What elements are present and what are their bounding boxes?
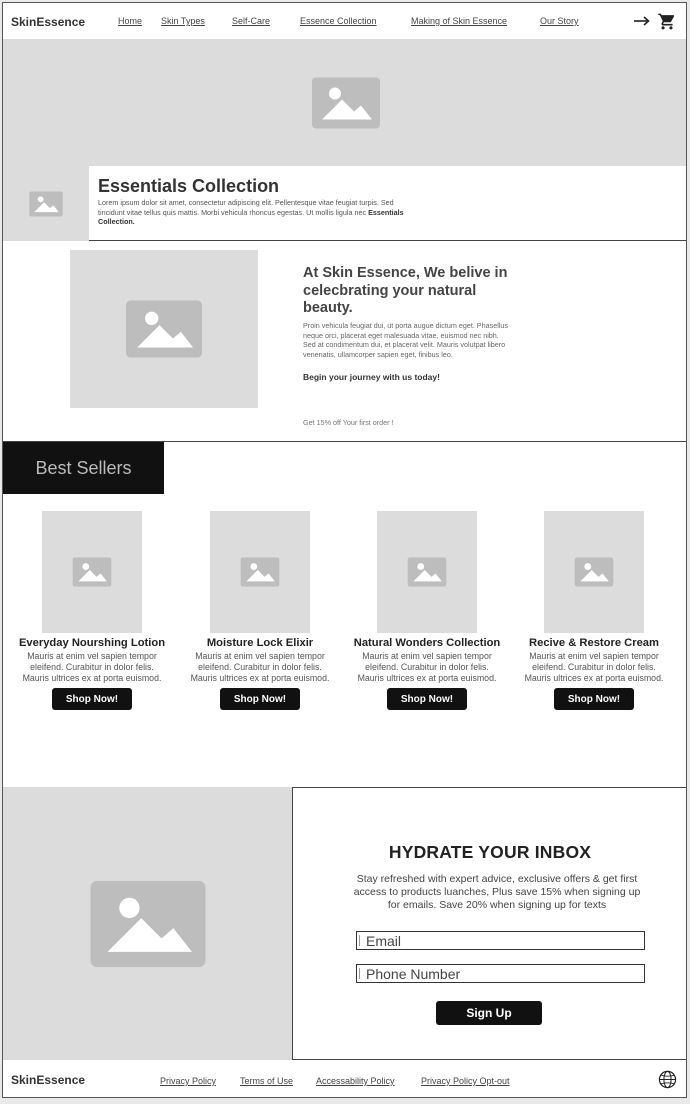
footer-link-privacy-policy[interactable]: Privacy Policy [160,1076,216,1086]
nav-making-of[interactable]: Making of Skin Essence [411,16,507,26]
about-description: Proin vehicula feugiat dui, ut porta aug… [303,321,508,359]
about-image [70,250,258,408]
product-name[interactable]: Everyday Nourshing Lotion [6,637,178,649]
nav-self-care[interactable]: Self-Care [232,16,270,26]
image-placeholder-icon [126,300,202,358]
shop-now-button[interactable]: Shop Now! [387,688,467,710]
image-placeholder-icon [72,557,112,587]
footer-link-accessibility-policy[interactable]: Accessability Policy [316,1076,395,1086]
product-name[interactable]: Moisture Lock Elixir [174,637,346,649]
product-description: Mauris at enim vel sapien tempor eleifen… [190,651,330,683]
footer-brand[interactable]: SkinEssence [11,1073,85,1087]
footer-link-privacy-opt-out[interactable]: Privacy Policy Opt-out [421,1076,510,1086]
site-header: SkinEssence Home Skin Types Self-Care Es… [3,3,686,39]
image-placeholder-icon [29,191,63,216]
text-caret [359,935,360,946]
product-image[interactable] [210,511,310,633]
product-card: Everyday Nourshing Lotion Mauris at enim… [6,511,178,710]
nav-essence-collection[interactable]: Essence Collection [300,16,377,26]
image-placeholder-icon [574,557,614,587]
nav-our-story[interactable]: Our Story [540,16,579,26]
product-name[interactable]: Natural Wonders Collection [341,637,513,649]
image-placeholder-icon [90,880,205,967]
page: SkinEssence Home Skin Types Self-Care Es… [2,2,687,1098]
product-description: Mauris at enim vel sapien tempor eleifen… [357,651,497,683]
nav-skin-types[interactable]: Skin Types [161,16,205,26]
product-card: Natural Wonders Collection Mauris at eni… [341,511,513,710]
image-placeholder-icon [240,557,280,587]
hero-image [3,39,686,166]
newsletter-title: HYDRATE YOUR INBOX [388,842,592,862]
text-caret [359,968,360,979]
shop-now-button[interactable]: Shop Now! [220,688,300,710]
image-placeholder-icon [311,77,380,128]
email-field[interactable] [356,931,645,950]
arrow-right-icon[interactable] [633,14,651,28]
essentials-thumbnail [3,166,89,241]
phone-field[interactable] [356,964,645,983]
shop-now-button[interactable]: Shop Now! [52,688,132,710]
product-description: Mauris at enim vel sapien tempor eleifen… [524,651,664,683]
product-card: Moisture Lock Elixir Mauris at enim vel … [174,511,346,710]
product-description: Mauris at enim vel sapien tempor eleifen… [22,651,162,683]
product-card: Recive & Restore Cream Mauris at enim ve… [508,511,680,710]
site-footer: SkinEssence Privacy Policy Terms of Use … [3,1060,686,1097]
essentials-section: Essentials Collection Lorem ipsum dolor … [3,166,686,241]
about-title: At Skin Essence, We belive in celecbrati… [303,265,508,316]
best-sellers-title: Best Sellers [3,442,164,494]
about-cta: Begin your journey with us today! [303,372,440,382]
newsletter-description: Stay refreshed with expert advice, exclu… [353,873,641,911]
essentials-description: Lorem ipsum dolor sit amet, consectetur … [98,198,404,226]
globe-icon[interactable] [658,1070,677,1089]
product-name[interactable]: Recive & Restore Cream [508,637,680,649]
shop-now-button[interactable]: Shop Now! [554,688,634,710]
newsletter-signup: HYDRATE YOUR INBOX Stay refreshed with e… [292,787,686,1060]
footer-link-terms-of-use[interactable]: Terms of Use [240,1076,293,1086]
image-placeholder-icon [407,557,447,587]
newsletter-image [3,787,292,1060]
brand-logo[interactable]: SkinEssence [11,15,85,29]
sign-up-button[interactable]: Sign Up [436,1001,542,1025]
product-image[interactable] [544,511,644,633]
essentials-title: Essentials Collection [98,176,280,196]
promo-text: Get 15% off Your first order ! [303,418,394,427]
product-image[interactable] [42,511,142,633]
cart-icon[interactable] [657,12,677,31]
product-image[interactable] [377,511,477,633]
nav-home[interactable]: Home [118,16,142,26]
